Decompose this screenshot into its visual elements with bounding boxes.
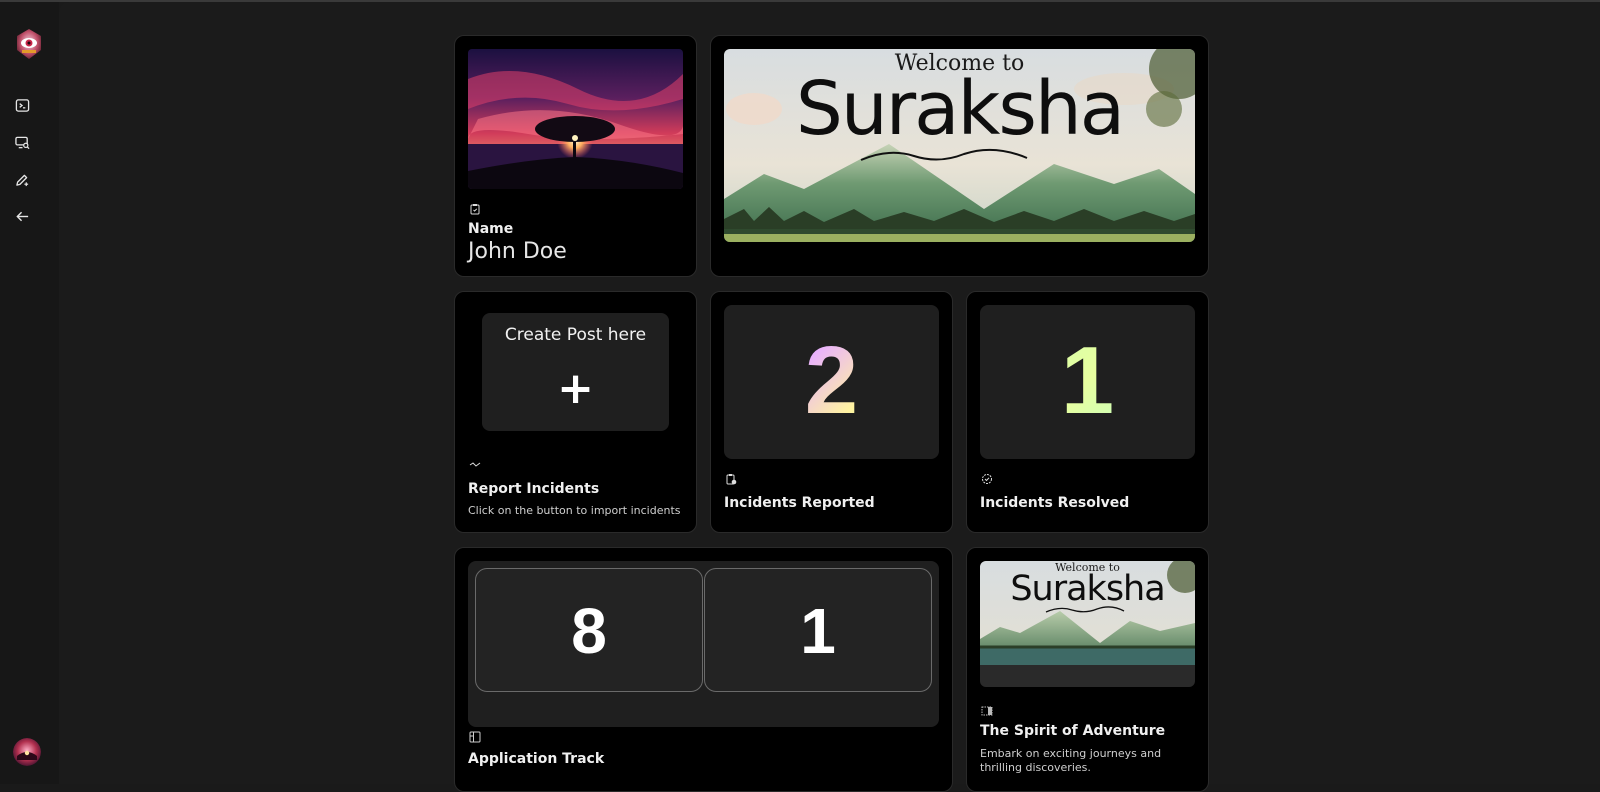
report-clipboard-icon xyxy=(725,470,737,485)
report-incidents-title: Report Incidents xyxy=(468,481,600,497)
incidents-resolved-card: 1 Incidents Resolved xyxy=(966,291,1209,533)
adventure-title: The Spirit of Adventure xyxy=(980,723,1166,739)
report-incidents-card: Create Post here + Report Incidents Clic… xyxy=(454,291,697,533)
search-nav-button[interactable] xyxy=(12,134,32,154)
check-circle-icon xyxy=(981,470,993,484)
plus-icon: + xyxy=(557,363,594,414)
welcome-banner-card: Welcome to Suraksha xyxy=(710,35,1209,277)
banner-title-text: Suraksha xyxy=(795,66,1125,152)
track-box-1: 8 xyxy=(475,568,703,692)
report-incidents-description: Click on the button to import incidents xyxy=(468,504,681,517)
track-value-1: 8 xyxy=(571,595,607,667)
back-nav-button[interactable] xyxy=(12,208,32,228)
track-box-2: 1 xyxy=(704,568,932,692)
clipboard-icon xyxy=(469,200,481,215)
profile-label: Name xyxy=(468,221,514,237)
panel-icon xyxy=(981,702,993,716)
incidents-resolved-display: 1 xyxy=(980,305,1195,459)
banner-squiggle xyxy=(860,148,1028,161)
layout-icon xyxy=(469,728,481,743)
pen-plus-icon xyxy=(15,172,30,191)
application-track-card: 8 1 Application Track xyxy=(454,547,953,792)
user-avatar-icon[interactable] xyxy=(13,738,41,766)
adventure-banner-title: Suraksha xyxy=(1010,569,1165,609)
incidents-resolved-value: 1 xyxy=(980,331,1195,431)
welcome-banner-image: Welcome to Suraksha xyxy=(724,49,1195,242)
create-nav-button[interactable] xyxy=(12,171,32,191)
profile-name: John Doe xyxy=(468,239,567,264)
adventure-card: Welcome to Suraksha The Spirit of Advent… xyxy=(966,547,1209,792)
incidents-reported-title: Incidents Reported xyxy=(724,495,875,511)
adventure-description: Embark on exciting journeys and thrillin… xyxy=(980,747,1162,774)
incidents-reported-value: 2 xyxy=(724,331,939,431)
application-track-title: Application Track xyxy=(468,751,605,767)
profile-card: Name John Doe xyxy=(454,35,697,277)
adventure-banner-squiggle xyxy=(1045,606,1125,613)
screen-search-icon xyxy=(14,135,30,154)
track-value-2: 1 xyxy=(800,595,836,667)
adventure-image: Welcome to Suraksha xyxy=(980,561,1195,687)
incidents-resolved-title: Incidents Resolved xyxy=(980,495,1130,511)
incidents-reported-card: 2 Incidents Reported xyxy=(710,291,953,533)
eye-logo-icon[interactable] xyxy=(15,28,43,60)
terminal-icon xyxy=(15,98,30,117)
create-post-button[interactable]: Create Post here + xyxy=(482,313,669,431)
incidents-reported-display: 2 xyxy=(724,305,939,459)
create-post-label: Create Post here xyxy=(504,325,647,345)
terminal-nav-button[interactable] xyxy=(12,97,32,117)
sidebar xyxy=(0,2,59,784)
profile-image xyxy=(468,49,683,189)
trend-icon xyxy=(469,456,481,468)
application-track-display: 8 1 xyxy=(468,561,939,727)
arrow-left-icon xyxy=(15,209,30,228)
